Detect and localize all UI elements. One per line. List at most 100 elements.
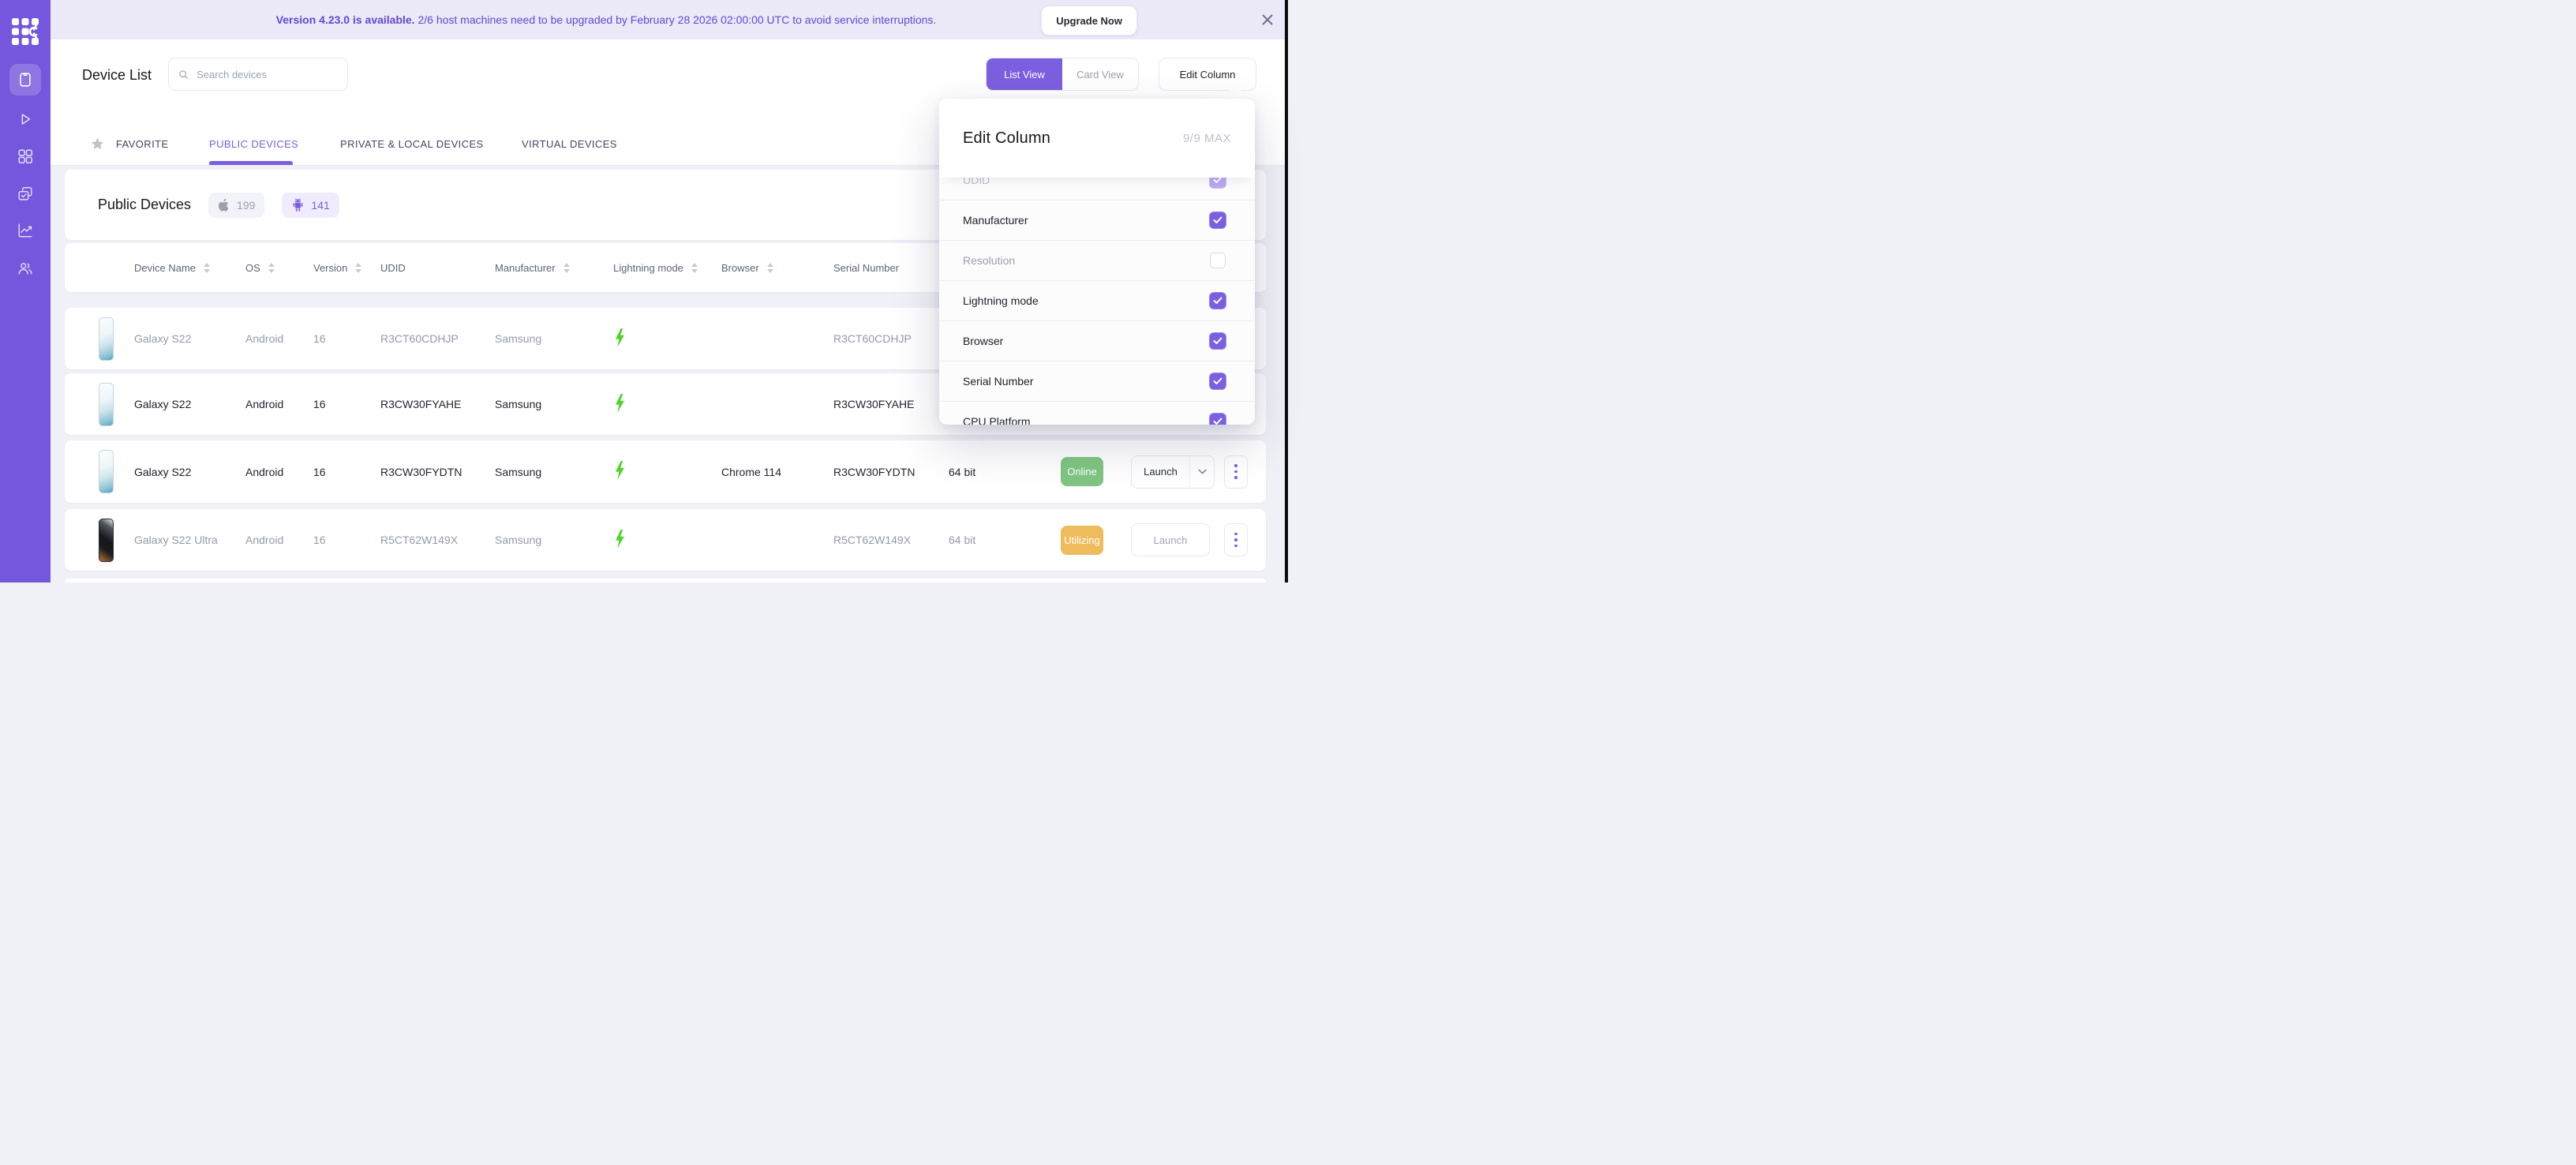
device-manufacturer: Samsung [495, 398, 613, 410]
device-thumbnail [99, 317, 114, 361]
checkbox-checked[interactable] [1210, 414, 1226, 425]
sidebar-item-devices[interactable] [9, 64, 41, 96]
device-version: 16 [313, 398, 380, 410]
sidebar-item-apps[interactable] [9, 140, 41, 172]
popup-header: Edit Column 9/9 MAX [939, 99, 1255, 178]
tab-virtual-devices[interactable]: VIRTUAL DEVICES [522, 122, 617, 165]
checkbox-checked-disabled[interactable] [1210, 178, 1226, 188]
column-header-device-name[interactable]: Device Name [134, 262, 245, 274]
column-header-browser[interactable]: Browser [721, 262, 833, 274]
column-option-udid[interactable]: UDID [939, 178, 1255, 200]
apple-icon [218, 198, 230, 212]
column-header-serial-number: Serial Number [833, 262, 949, 274]
device-os: Android [245, 398, 313, 410]
chart-icon [17, 222, 34, 239]
device-version: 16 [313, 466, 380, 478]
device-udid: R3CW30FYDTN [380, 466, 495, 478]
device-manufacturer: Samsung [495, 534, 613, 546]
device-icon [17, 71, 34, 88]
device-name: Galaxy S22 [134, 398, 245, 410]
lightning-icon [615, 460, 625, 481]
device-thumbnail [99, 383, 114, 426]
lightning-icon [615, 529, 625, 549]
scrollbar-track[interactable] [1285, 0, 1288, 582]
checkbox-checked[interactable] [1210, 293, 1226, 309]
layers-check-icon [17, 185, 34, 203]
upgrade-now-button[interactable]: Upgrade Now [1041, 6, 1137, 36]
sort-icon[interactable] [767, 263, 773, 273]
device-serial: R3CW30FYDTN [833, 466, 949, 478]
checkbox-checked[interactable] [1210, 212, 1226, 228]
banner-detail-text: 2/6 host machines need to be upgraded by… [415, 13, 937, 26]
sort-icon[interactable] [268, 263, 275, 273]
sidebar-item-team[interactable] [9, 253, 41, 284]
tab-public-devices[interactable]: PUBLIC DEVICES [209, 122, 298, 165]
sort-icon[interactable] [204, 263, 210, 273]
android-icon [291, 197, 305, 212]
device-os: Android [245, 466, 313, 478]
launch-button-disabled[interactable]: Launch [1131, 523, 1210, 556]
column-option-serial-number[interactable]: Serial Number [939, 361, 1255, 402]
checkbox-checked[interactable] [1210, 333, 1226, 349]
card-view-button[interactable]: Card View [1062, 58, 1138, 90]
sort-icon[interactable] [691, 263, 698, 273]
column-header-os[interactable]: OS [245, 262, 313, 274]
active-tab-underline [209, 161, 293, 165]
device-os: Android [245, 332, 313, 345]
column-option-lightning-mode[interactable]: Lightning mode [939, 281, 1255, 321]
column-option-manufacturer[interactable]: Manufacturer [939, 200, 1255, 241]
checkbox-unchecked[interactable] [1210, 253, 1226, 268]
column-header-lightning-mode[interactable]: Lightning mode [613, 262, 721, 274]
tab-private-local-devices[interactable]: PRIVATE & LOCAL DEVICES [340, 122, 484, 165]
device-name: Galaxy S22 [134, 332, 245, 345]
tab-label: VIRTUAL DEVICES [522, 138, 617, 150]
ios-count: 199 [237, 199, 255, 212]
column-header-version[interactable]: Version [313, 262, 380, 274]
row-menu-button[interactable] [1224, 523, 1248, 556]
device-name: Galaxy S22 [134, 466, 245, 478]
device-udid: R3CW30FYAHE [380, 398, 495, 410]
section-title: Public Devices [98, 197, 191, 213]
checkbox-checked[interactable] [1210, 373, 1226, 389]
tab-favorite[interactable]: FAVORITE [90, 122, 169, 165]
sort-icon[interactable] [355, 263, 361, 273]
device-serial: R3CW30FYAHE [833, 398, 949, 410]
version-banner: Version 4.23.0 is available. 2/6 host ma… [51, 0, 1288, 39]
list-view-button[interactable]: List View [987, 58, 1062, 90]
column-header-udid: UDID [380, 262, 495, 274]
next-row-partial [65, 579, 1266, 582]
search-box [168, 58, 348, 91]
column-option-resolution[interactable]: Resolution [939, 241, 1255, 281]
popup-title: Edit Column [963, 129, 1050, 148]
tab-label: PRIVATE & LOCAL DEVICES [340, 138, 484, 150]
users-icon [17, 260, 34, 277]
android-count-chip[interactable]: 141 [282, 193, 339, 218]
device-udid: R5CT62W149X [380, 534, 495, 546]
app-logo-icon[interactable] [12, 18, 39, 45]
launch-button[interactable]: Launch [1131, 455, 1215, 489]
ios-count-chip[interactable]: 199 [208, 193, 264, 218]
column-header-manufacturer[interactable]: Manufacturer [495, 262, 613, 274]
status-badge: Online [1061, 457, 1103, 486]
column-option-browser[interactable]: Browser [939, 321, 1255, 361]
edit-column-button[interactable]: Edit Column [1159, 58, 1256, 91]
grid-icon [17, 148, 34, 165]
sidebar-item-analytics[interactable] [9, 215, 41, 246]
device-version: 16 [313, 534, 380, 546]
device-version: 16 [313, 332, 380, 345]
column-option-cpu-platform[interactable]: CPU Platform [939, 402, 1255, 425]
close-icon[interactable] [1261, 13, 1274, 26]
device-serial: R5CT62W149X [833, 534, 949, 546]
edit-column-popup: Edit Column 9/9 MAX UDID Manufacturer Re… [939, 99, 1255, 425]
page-title: Device List [82, 67, 152, 84]
popup-column-list: UDID Manufacturer Resolution Lightning m… [939, 178, 1255, 425]
sort-icon[interactable] [564, 263, 570, 273]
sidebar-item-results[interactable] [9, 178, 41, 210]
row-menu-button[interactable] [1224, 455, 1248, 489]
lightning-icon [615, 328, 625, 348]
search-input[interactable] [195, 68, 338, 81]
lightning-icon [615, 393, 625, 414]
banner-version-text: Version 4.23.0 is available. [276, 13, 415, 26]
chevron-down-icon[interactable] [1189, 456, 1214, 488]
sidebar-item-run[interactable] [9, 103, 41, 135]
